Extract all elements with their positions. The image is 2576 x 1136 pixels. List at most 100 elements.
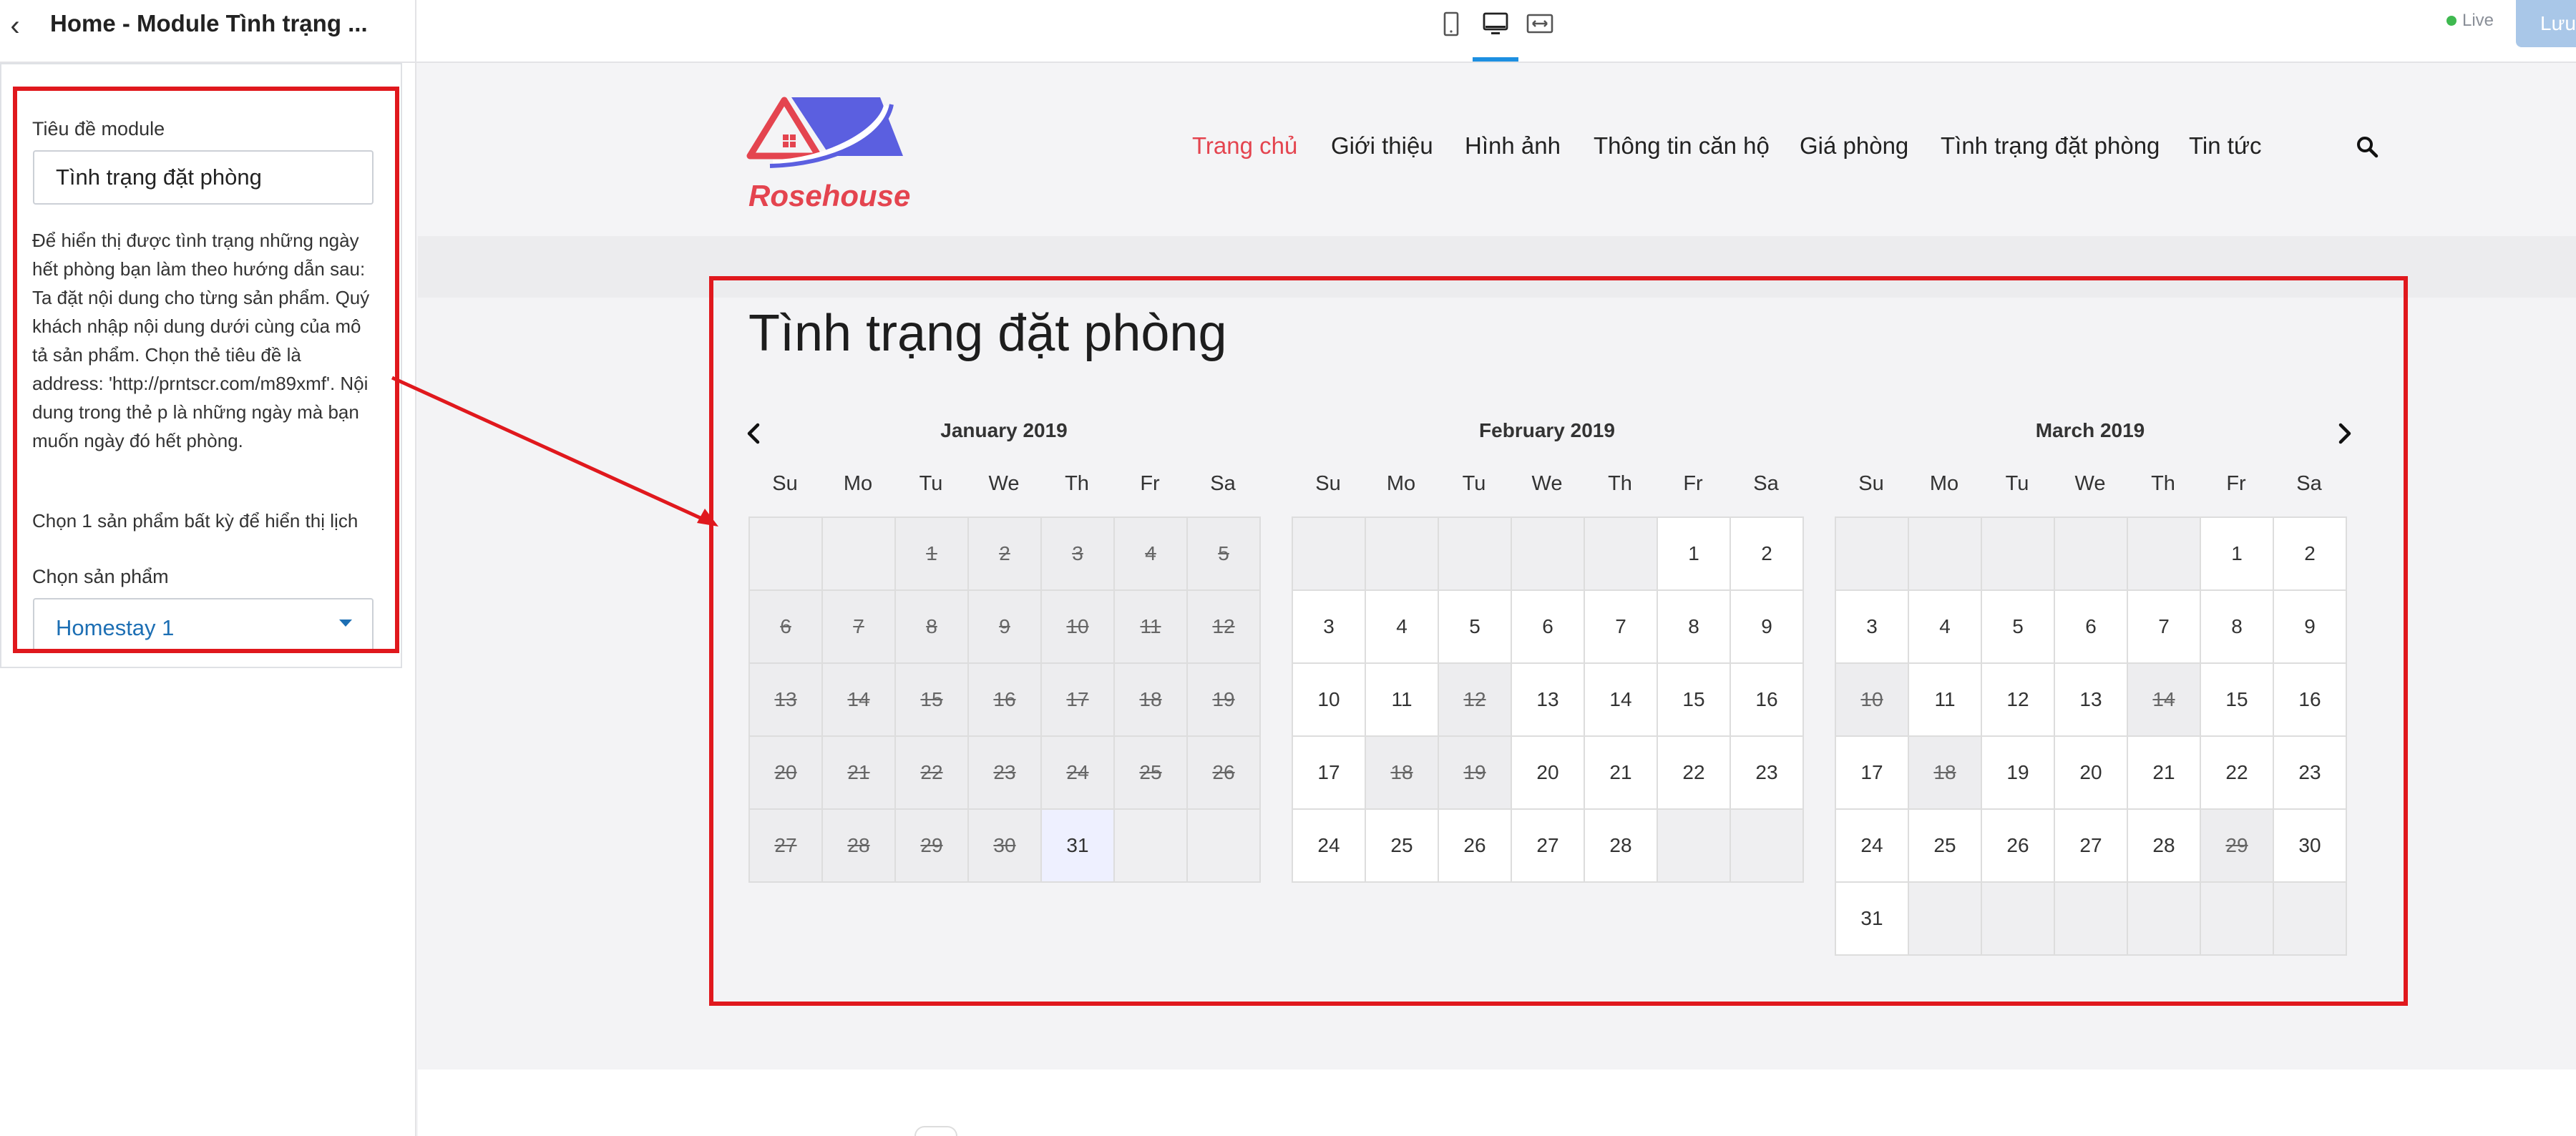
nav-tin-tuc[interactable]: Tin tức: [2189, 130, 2262, 162]
day-cell[interactable]: 26: [1982, 810, 2055, 883]
day-cell[interactable]: 8: [1658, 591, 1731, 664]
day-cell[interactable]: 27: [2055, 810, 2128, 883]
day-cell[interactable]: 4: [1909, 591, 1982, 664]
back-chevron-icon[interactable]: ‹: [4, 7, 26, 44]
day-cell[interactable]: 16: [2274, 664, 2347, 737]
empty-day-cell: [1512, 518, 1585, 591]
section-band: [418, 236, 2576, 298]
day-cell[interactable]: 26: [1439, 810, 1512, 883]
day-cell: 12: [1439, 664, 1512, 737]
module-settings-panel: Tiêu đề module Để hiển thị được tình trạ…: [0, 63, 402, 668]
day-cell[interactable]: 3: [1293, 591, 1366, 664]
day-cell: 20: [750, 737, 823, 810]
day-cell[interactable]: 30: [2274, 810, 2347, 883]
empty-day-cell: [1731, 810, 1804, 883]
day-cell[interactable]: 10: [1293, 664, 1366, 737]
day-cell[interactable]: 28: [2128, 810, 2201, 883]
day-cell: 15: [896, 664, 969, 737]
day-cell: 24: [1042, 737, 1115, 810]
fullwidth-view-icon[interactable]: [1524, 9, 1556, 40]
day-cell[interactable]: 24: [1293, 810, 1366, 883]
weekday-header: Fr: [2226, 472, 2246, 495]
day-cell[interactable]: 1: [1658, 518, 1731, 591]
day-cell[interactable]: 22: [1658, 737, 1731, 810]
day-cell[interactable]: 16: [1731, 664, 1804, 737]
nav-trang-chu[interactable]: Trang chủ: [1192, 130, 1297, 162]
empty-day-cell: [1366, 518, 1439, 591]
weekday-header: Su: [1315, 472, 1341, 495]
nav-gia-phong[interactable]: Giá phòng: [1800, 130, 1908, 162]
day-cell[interactable]: 17: [1836, 737, 1909, 810]
nav-hinh-anh[interactable]: Hình ảnh: [1465, 130, 1561, 162]
day-cell[interactable]: 31: [1042, 810, 1115, 883]
day-cell[interactable]: 31: [1836, 883, 1909, 956]
help-text: Để hiển thị được tình trạng những ngày h…: [32, 230, 370, 451]
day-cell: 7: [823, 591, 896, 664]
day-cell[interactable]: 23: [1731, 737, 1804, 810]
day-cell[interactable]: 24: [1836, 810, 1909, 883]
empty-day-cell: [2128, 518, 2201, 591]
day-cell[interactable]: 5: [1982, 591, 2055, 664]
active-view-indicator: [1473, 57, 1518, 62]
desktop-view-icon[interactable]: [1480, 9, 1511, 40]
day-cell[interactable]: 6: [1512, 591, 1585, 664]
day-cell: 16: [969, 664, 1042, 737]
day-cell[interactable]: 20: [1512, 737, 1585, 810]
day-cell[interactable]: 20: [2055, 737, 2128, 810]
day-cell: 19: [1439, 737, 1512, 810]
day-cell[interactable]: 4: [1366, 591, 1439, 664]
live-status-dot: [2446, 16, 2457, 26]
rosehouse-logo[interactable]: Rosehouse: [744, 84, 916, 213]
search-icon[interactable]: [2355, 134, 2379, 159]
day-cell[interactable]: 19: [1982, 737, 2055, 810]
day-cell: 14: [2128, 664, 2201, 737]
day-cell[interactable]: 1: [2201, 518, 2274, 591]
empty-day-cell: [2201, 883, 2274, 956]
module-title-input[interactable]: [33, 150, 374, 205]
day-cell: 11: [1115, 591, 1188, 664]
day-cell[interactable]: 17: [1293, 737, 1366, 810]
day-cell[interactable]: 11: [1909, 664, 1982, 737]
day-cell[interactable]: 14: [1585, 664, 1658, 737]
day-cell[interactable]: 21: [1585, 737, 1658, 810]
nav-thong-tin-can-ho[interactable]: Thông tin căn hộ: [1594, 130, 1770, 162]
day-cell[interactable]: 5: [1439, 591, 1512, 664]
day-cell[interactable]: 15: [1658, 664, 1731, 737]
month-grid: 1 2 3 4 5 6 7 8 9 10 11 12 13 14 15 16 17 18 19 20 21 22 23 24 2…: [748, 516, 1261, 883]
day-cell[interactable]: 2: [2274, 518, 2347, 591]
day-cell[interactable]: 13: [1512, 664, 1585, 737]
day-cell[interactable]: 28: [1585, 810, 1658, 883]
day-cell[interactable]: 9: [1731, 591, 1804, 664]
day-cell[interactable]: 22: [2201, 737, 2274, 810]
day-cell: 29: [2201, 810, 2274, 883]
day-cell[interactable]: 3: [1836, 591, 1909, 664]
day-cell[interactable]: 11: [1366, 664, 1439, 737]
mobile-view-icon[interactable]: [1435, 9, 1467, 40]
empty-day-cell: [2055, 883, 2128, 956]
page-footer-area: [418, 1069, 2576, 1136]
empty-day-cell: [1909, 518, 1982, 591]
day-cell[interactable]: 21: [2128, 737, 2201, 810]
day-cell[interactable]: 27: [1512, 810, 1585, 883]
day-cell[interactable]: 15: [2201, 664, 2274, 737]
save-button[interactable]: Lưu: [2516, 0, 2576, 47]
day-cell[interactable]: 9: [2274, 591, 2347, 664]
nav-gioi-thieu[interactable]: Giới thiệu: [1331, 130, 1433, 162]
day-cell[interactable]: 8: [2201, 591, 2274, 664]
day-cell[interactable]: 7: [1585, 591, 1658, 664]
day-cell[interactable]: 2: [1731, 518, 1804, 591]
day-cell[interactable]: 23: [2274, 737, 2347, 810]
day-cell[interactable]: 25: [1909, 810, 1982, 883]
nav-tinh-trang-dat-phong[interactable]: Tình trạng đặt phòng: [1941, 130, 2160, 162]
day-cell: 10: [1836, 664, 1909, 737]
product-select[interactable]: Homestay 1: [33, 598, 374, 652]
weekday-header: We: [1531, 472, 1563, 495]
day-cell[interactable]: 25: [1366, 810, 1439, 883]
weekday-header: Mo: [1386, 472, 1416, 495]
weekday-header: Mo: [843, 472, 873, 495]
day-cell[interactable]: 6: [2055, 591, 2128, 664]
day-cell[interactable]: 13: [2055, 664, 2128, 737]
day-cell[interactable]: 7: [2128, 591, 2201, 664]
day-cell[interactable]: 12: [1982, 664, 2055, 737]
day-cell: 1: [896, 518, 969, 591]
